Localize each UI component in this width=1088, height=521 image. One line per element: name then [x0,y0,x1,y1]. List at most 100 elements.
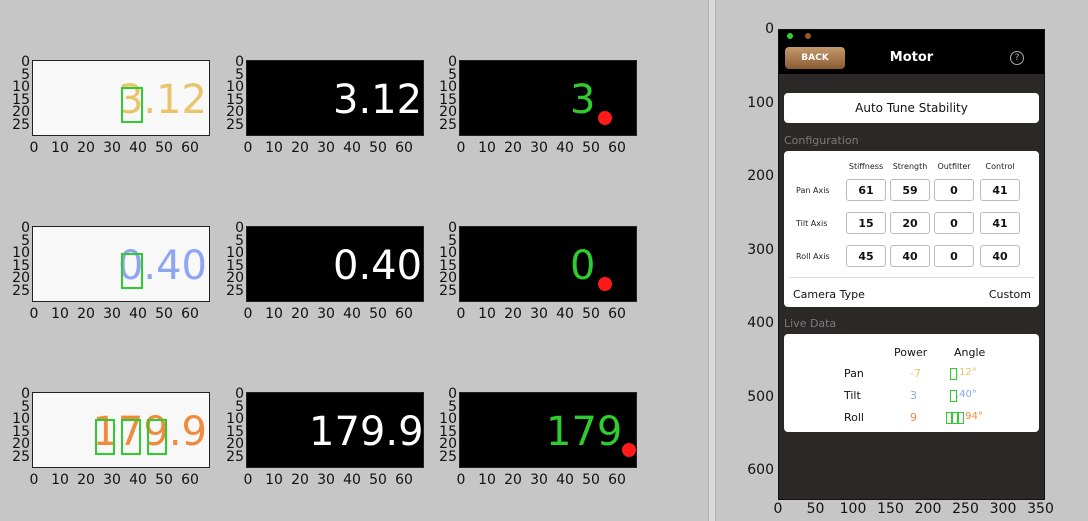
value-field[interactable]: 0 [934,179,974,201]
plot-white-1: 0 5 10 15 20 25 0 10 20 30 40 50 60 3.12 [0,0,212,166]
x-tick-label: 60 [181,306,199,322]
y-tick-label: 25 [226,282,244,299]
plot-detected-3: 0 5 10 15 20 25 0 10 20 30 40 50 60 179 [427,332,639,498]
decimal-point-marker [598,111,612,125]
digit-bounding-box [147,419,167,455]
live-data-card: Power Angle Pan -7 .12° Tilt 3 .40° Roll 9 .94° [784,334,1039,432]
green-led-icon [787,33,793,39]
live-row-label: Roll [844,411,864,424]
x-tick-label: 50 [806,501,825,517]
x-tick-label: 200 [914,501,942,517]
power-header: Power [894,346,928,359]
y-tick-label: 600 [747,462,774,478]
x-tick-label: 60 [608,306,626,322]
decimal-point-marker [598,277,612,291]
x-tick-label: 30 [530,472,548,488]
live-angle-value: .12° [956,367,977,378]
detected-text: 179 [546,409,623,455]
configuration-card: Camera Type Custom Stiffness Strength Outf… [784,151,1039,307]
digit-bounding-box [121,253,143,289]
value-field[interactable]: 0 [934,212,974,234]
x-tick-label: 0 [243,472,253,488]
decimal-point-marker [622,443,636,457]
x-tick-label: 60 [395,306,413,322]
configuration-label: Configuration [784,134,859,147]
x-tick-label: 40 [129,472,147,488]
y-tick-label: 25 [226,116,244,133]
value-field[interactable]: 20 [890,212,930,234]
value-field[interactable]: 41 [980,179,1020,201]
y-tick-label: 0 [765,21,774,37]
x-tick-label: 40 [556,140,574,156]
x-tick-label: 40 [556,306,574,322]
plot-black-3: 0 5 10 15 20 25 0 10 20 30 40 50 60 179.9 [214,332,426,498]
x-tick-label: 50 [155,306,173,322]
digit-bounding-box [958,412,964,424]
x-tick-label: 60 [181,140,199,156]
value-field[interactable]: 15 [846,212,886,234]
help-icon[interactable]: ? [1010,51,1024,65]
plot-black-2: 0 5 10 15 20 25 0 10 20 30 40 50 60 0.40 [214,166,426,332]
x-tick-label: 350 [1027,501,1054,517]
phone-screenshot: BACK Motor ? Auto Tune Stability Configu… [778,29,1045,500]
column-header: Control [985,162,1015,171]
x-tick-label: 10 [265,472,283,488]
x-tick-label: 60 [608,472,626,488]
x-tick-label: 10 [51,306,69,322]
detected-text: 3 [570,77,596,123]
column-header: Stiffness [848,162,884,171]
plot-black-1: 0 5 10 15 20 25 0 10 20 30 40 50 60 3.12 [214,0,426,166]
threshold-text: 0.40 [333,243,423,289]
x-tick-label: 0 [29,306,39,322]
x-tick-label: 60 [608,140,626,156]
x-tick-label: 100 [839,501,867,517]
camera-type-value[interactable]: Custom [989,288,1031,301]
x-tick-label: 0 [456,306,466,322]
divider [789,277,1034,278]
y-tick-label: 25 [12,116,30,133]
digit-bounding-box [121,87,143,123]
y-tick-label: 25 [12,448,30,465]
live-row-label: Tilt [844,389,861,402]
x-tick-label: 20 [77,472,95,488]
x-tick-label: 30 [103,140,121,156]
value-field[interactable]: 40 [980,245,1020,267]
x-tick-label: 10 [478,306,496,322]
x-tick-label: 0 [29,472,39,488]
x-tick-label: 30 [317,306,335,322]
value-field[interactable]: 40 [890,245,930,267]
value-field[interactable]: 0 [934,245,974,267]
x-tick-label: 20 [504,472,522,488]
auto-tune-button[interactable]: Auto Tune Stability [784,93,1039,123]
right-plot-panel: 0 100 200 300 400 500 600 0 50 100 150 200 250 300 350… [716,0,1088,521]
detected-image-frame: 0 [459,226,637,302]
value-field[interactable]: 61 [846,179,886,201]
x-tick-label: 0 [243,140,253,156]
x-tick-label: 20 [77,306,95,322]
x-tick-label: 50 [369,472,387,488]
value-field[interactable]: 59 [890,179,930,201]
x-tick-label: 30 [317,472,335,488]
x-tick-label: 50 [369,306,387,322]
x-tick-label: 300 [989,501,1017,517]
value-field[interactable]: 41 [980,212,1020,234]
x-tick-label: 50 [155,140,173,156]
digit-bounding-box [950,390,957,402]
panel-divider[interactable] [708,0,716,521]
x-tick-label: 10 [265,306,283,322]
plot-white-3: 0 5 10 15 20 25 0 10 20 30 40 50 60 179.9 [0,332,212,498]
x-tick-label: 10 [478,140,496,156]
y-tick-label: 300 [747,241,774,258]
detected-text: 0 [570,243,596,289]
x-tick-label: 40 [343,472,361,488]
x-tick-label: 60 [395,140,413,156]
y-tick-label: 25 [439,282,457,299]
x-tick-label: 40 [343,140,361,156]
detected-image-frame: 3 [459,60,637,136]
value-field[interactable]: 45 [846,245,886,267]
x-tick-label: 60 [395,472,413,488]
plot-white-2: 0 5 10 15 20 25 0 10 20 30 40 50 60 0.40 [0,166,212,332]
live-angle-value: .94° [962,411,983,422]
x-tick-label: 30 [317,140,335,156]
angle-header: Angle [954,346,986,359]
